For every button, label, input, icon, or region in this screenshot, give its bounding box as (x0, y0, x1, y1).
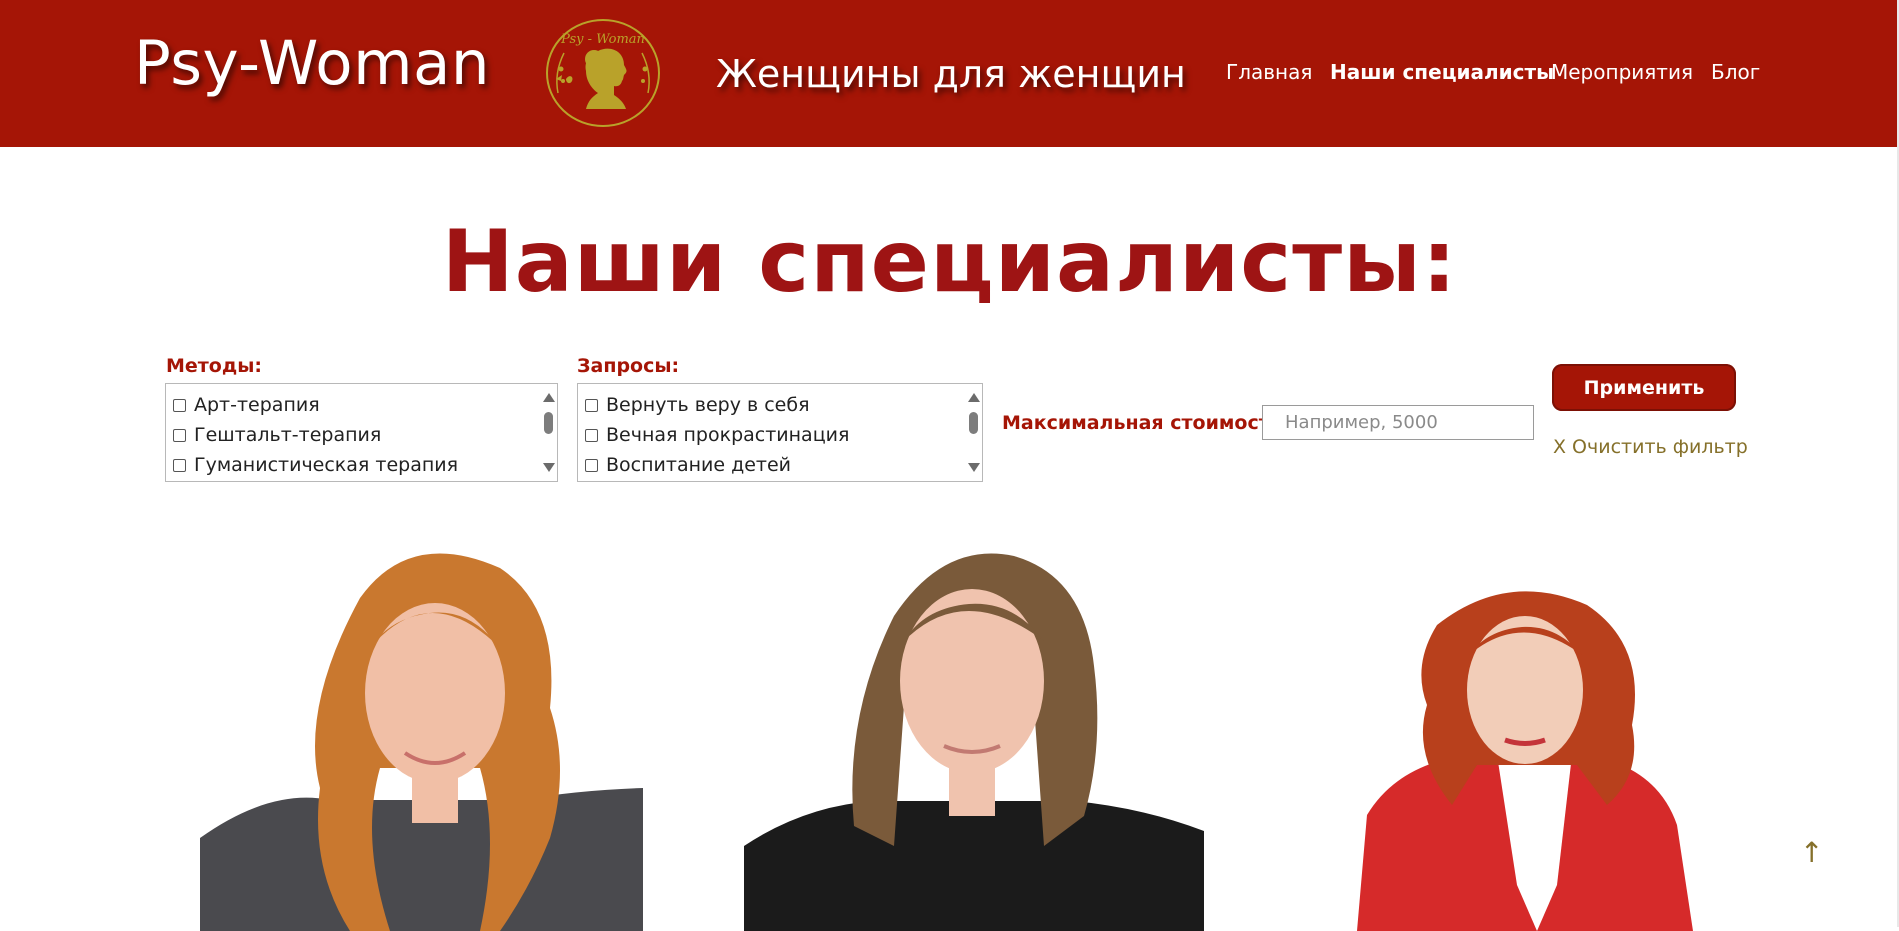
request-option[interactable]: Воспитание детей (585, 454, 791, 476)
request-option-label: Воспитание детей (606, 454, 792, 476)
site-tagline: Женщины для женщин (716, 52, 1186, 96)
emblem-text: Psy - Woman (560, 32, 645, 47)
method-option-label: Гуманистическая терапия (194, 454, 459, 476)
specialist-photo-1[interactable] (200, 538, 643, 931)
request-option-label: Вечная прокрастинация (606, 424, 850, 446)
max-price-input[interactable] (1262, 405, 1534, 440)
methods-scrollbar[interactable] (539, 384, 557, 481)
request-checkbox[interactable] (585, 458, 598, 472)
page-title: Наши специалисты: (441, 212, 1458, 312)
method-option-label: Арт-терапия (194, 394, 320, 416)
clear-filter-link[interactable]: X Очистить фильтр (1553, 436, 1748, 458)
site-header: Psy-Woman Psy - Woman Женщины для женщин… (0, 0, 1899, 147)
method-option[interactable]: Арт-терапия (173, 394, 320, 416)
max-price-label: Максимальная стоимость (1002, 412, 1282, 434)
methods-label: Методы: (166, 355, 262, 377)
requests-scrollbar[interactable] (964, 384, 982, 481)
method-option-label: Гештальт-терапия (194, 424, 382, 446)
request-checkbox[interactable] (585, 428, 598, 442)
site-logo-text[interactable]: Psy-Woman (134, 28, 490, 99)
scroll-up-arrow-icon[interactable] (543, 393, 555, 402)
request-option[interactable]: Вечная прокрастинация (585, 424, 849, 446)
scroll-down-arrow-icon[interactable] (543, 463, 555, 472)
requests-label: Запросы: (577, 355, 680, 377)
scroll-thumb[interactable] (544, 412, 553, 434)
method-checkbox[interactable] (173, 428, 186, 442)
apply-filter-button[interactable]: Применить (1552, 364, 1736, 411)
specialist-photo-3[interactable] (1357, 585, 1693, 931)
nav-item-specialists[interactable]: Наши специалисты (1330, 60, 1554, 84)
methods-listbox[interactable]: Арт-терапия Гештальт-терапия Гуманистиче… (165, 383, 558, 482)
scroll-thumb[interactable] (969, 412, 978, 434)
scroll-down-arrow-icon[interactable] (968, 463, 980, 472)
method-checkbox[interactable] (173, 458, 186, 472)
nav-item-blog[interactable]: Блог (1711, 60, 1760, 84)
method-option[interactable]: Гуманистическая терапия (173, 454, 458, 476)
request-option[interactable]: Вернуть веру в себя (585, 394, 810, 416)
request-option-label: Вернуть веру в себя (606, 394, 810, 416)
nav-item-events[interactable]: Мероприятия (1551, 60, 1693, 84)
request-checkbox[interactable] (585, 398, 598, 412)
scroll-up-arrow-icon[interactable] (968, 393, 980, 402)
specialist-photo-2[interactable] (744, 546, 1204, 931)
nav-item-home[interactable]: Главная (1226, 60, 1312, 84)
requests-listbox[interactable]: Вернуть веру в себя Вечная прокрастинаци… (577, 383, 983, 482)
method-option[interactable]: Гештальт-терапия (173, 424, 381, 446)
scroll-to-top-arrow-icon[interactable]: ↑ (1800, 836, 1823, 869)
method-checkbox[interactable] (173, 398, 186, 412)
woman-profile-emblem-icon[interactable]: Psy - Woman (544, 17, 662, 129)
